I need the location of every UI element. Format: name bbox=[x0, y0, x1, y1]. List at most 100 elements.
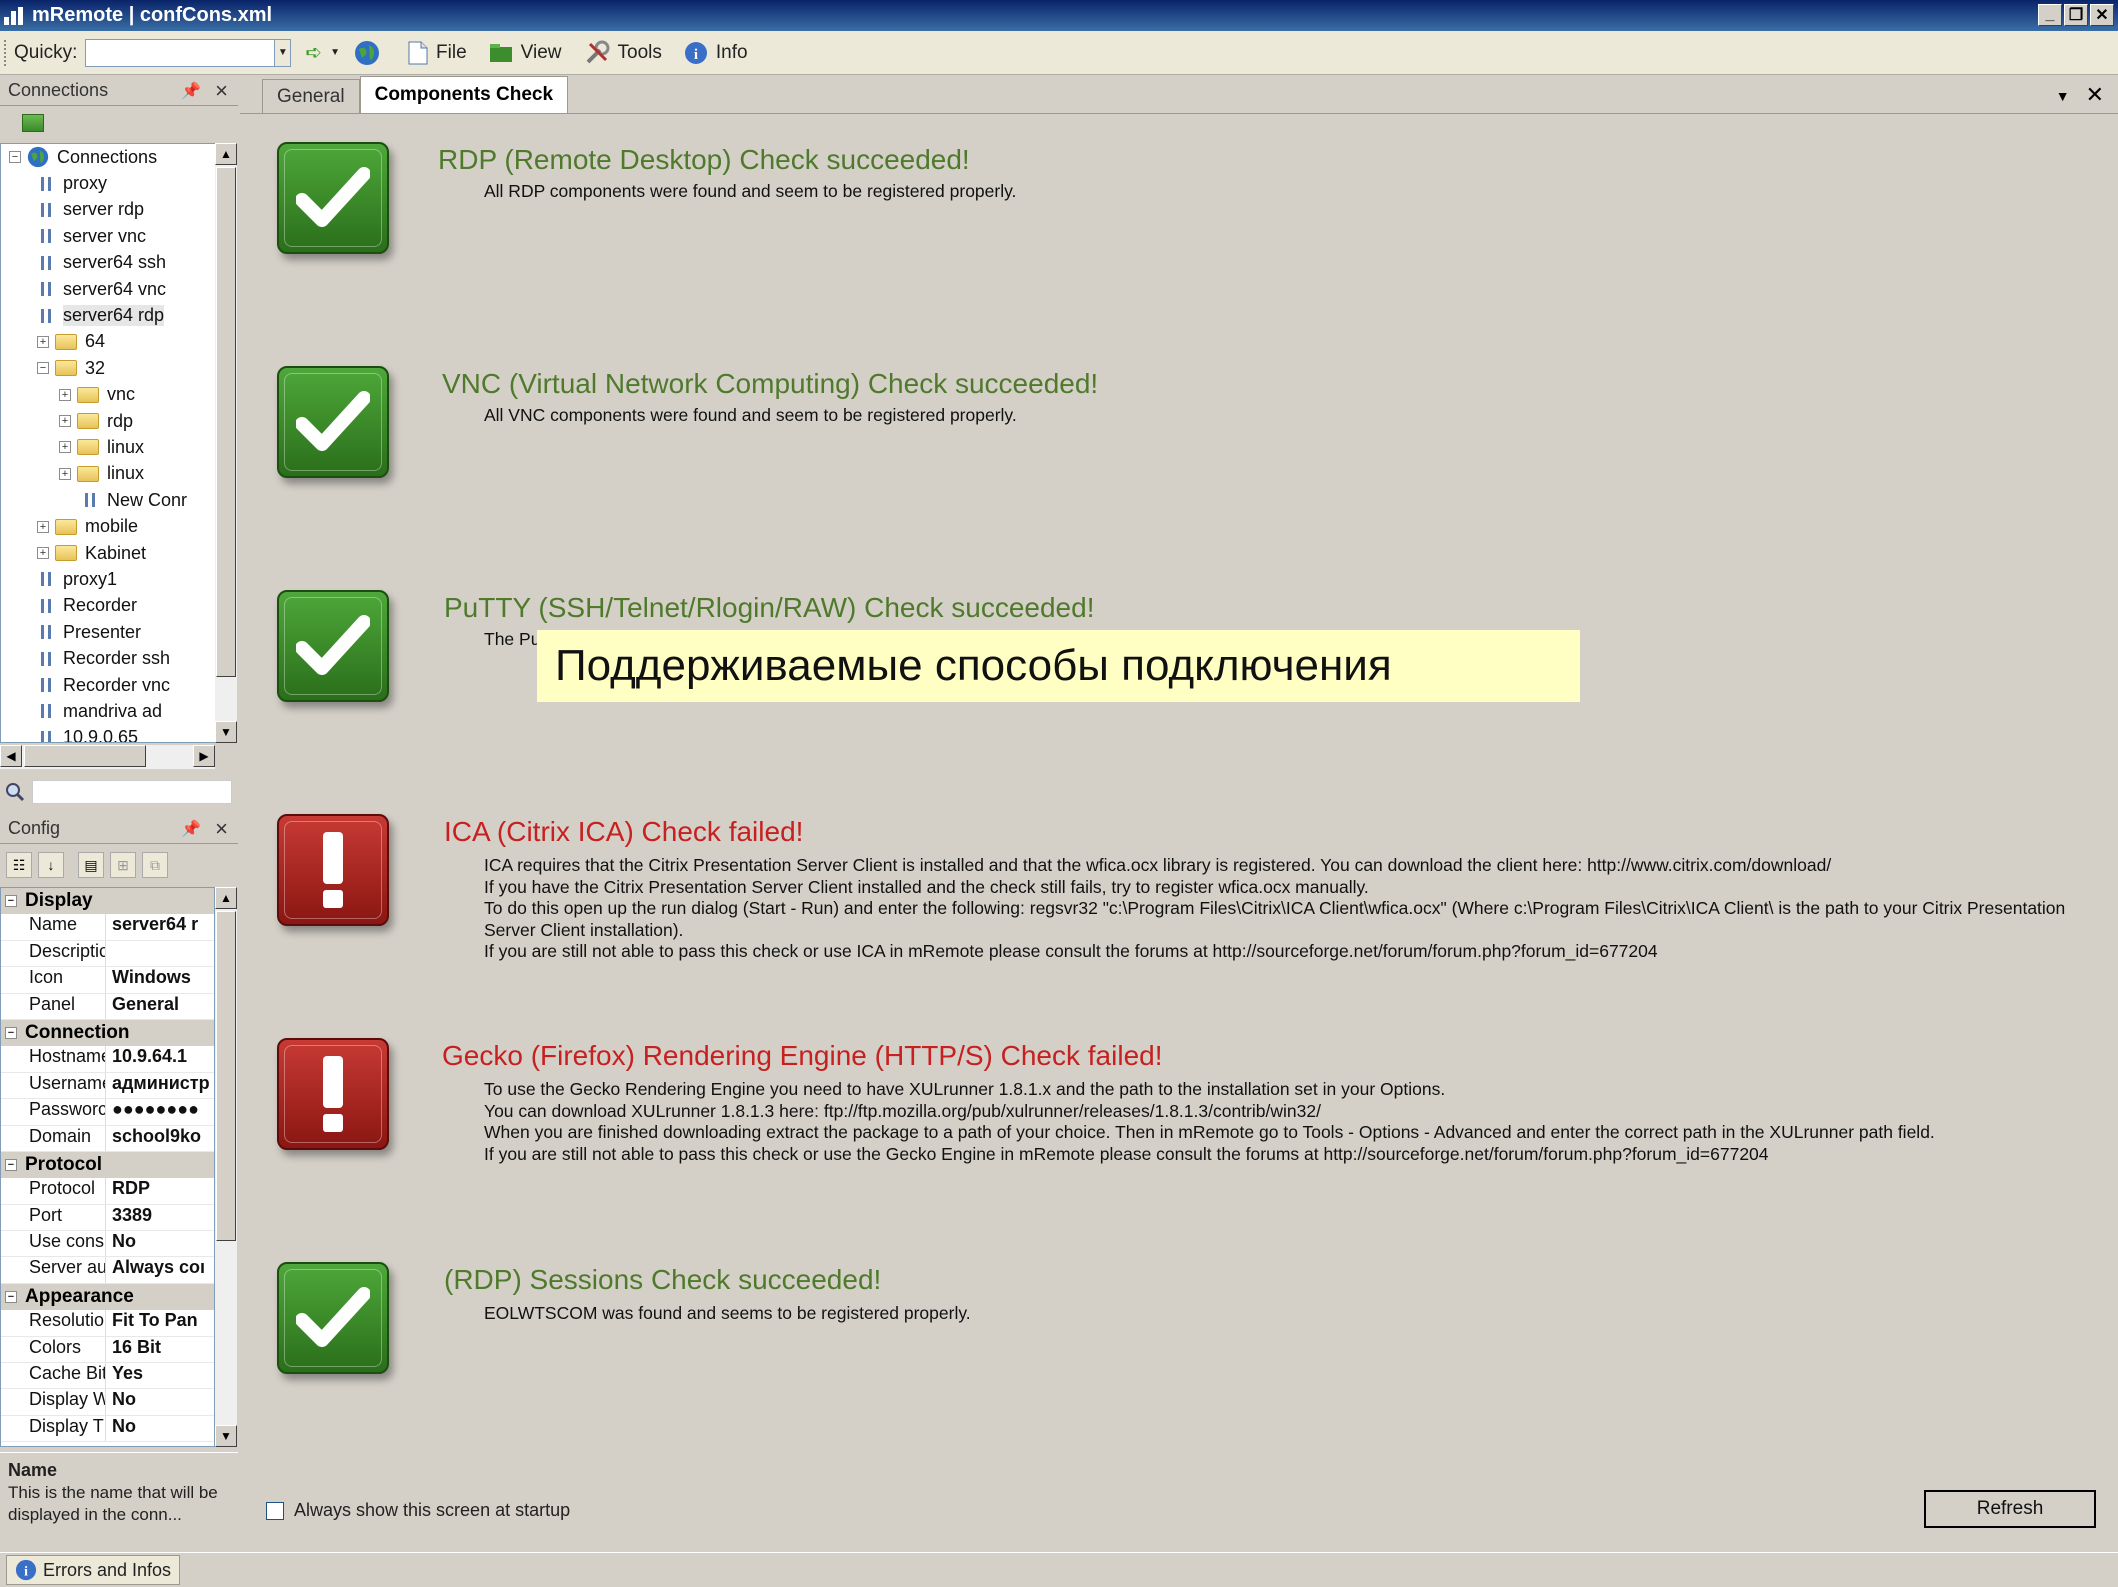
tree-item[interactable]: Recorder bbox=[1, 593, 217, 619]
property-row[interactable]: Resolutio Fit To Pan bbox=[1, 1310, 214, 1337]
expand-icon[interactable]: + bbox=[59, 388, 71, 401]
property-value[interactable]: General bbox=[106, 994, 179, 1019]
tree-item[interactable]: 10.9.0.65 bbox=[1, 725, 217, 742]
scroll-up-button[interactable]: ▲ bbox=[215, 887, 237, 909]
collapse-icon[interactable]: − bbox=[9, 151, 21, 164]
tree-item[interactable]: − 32 bbox=[1, 355, 217, 381]
tree-item[interactable]: server rdp bbox=[1, 197, 217, 223]
errors-and-infos-tab[interactable]: i Errors and Infos bbox=[6, 1555, 181, 1585]
tree-item[interactable]: − Connections bbox=[1, 144, 217, 170]
property-value[interactable]: Fit To Pan bbox=[106, 1310, 198, 1335]
property-category[interactable]: − Protocol bbox=[1, 1151, 214, 1179]
tree-horizontal-scrollbar[interactable]: ◀ ▶ bbox=[0, 745, 215, 769]
tree-item[interactable]: + vnc bbox=[1, 382, 217, 408]
info-menu[interactable]: i Info bbox=[684, 41, 748, 65]
config-vertical-scrollbar[interactable]: ▲ ▼ bbox=[215, 887, 237, 1447]
h-scroll-thumb[interactable] bbox=[24, 745, 146, 767]
expand-icon[interactable]: + bbox=[59, 441, 71, 454]
scroll-right-button[interactable]: ▶ bbox=[193, 745, 215, 767]
close-window-button[interactable]: ✕ bbox=[2090, 4, 2114, 26]
tab-general[interactable]: General bbox=[262, 79, 360, 113]
properties-icon[interactable]: ▤ bbox=[78, 852, 104, 878]
property-row[interactable]: Colors 16 Bit bbox=[1, 1336, 214, 1364]
collapse-icon[interactable]: − bbox=[5, 1159, 17, 1172]
tree-item[interactable]: + linux bbox=[1, 434, 217, 460]
always-show-startup-checkbox[interactable]: Always show this screen at startup bbox=[266, 1500, 570, 1521]
tree-item[interactable]: Presenter bbox=[1, 619, 217, 645]
tree-item[interactable]: + rdp bbox=[1, 408, 217, 434]
expand-icon[interactable]: + bbox=[37, 335, 49, 348]
pin-icon[interactable]: 📌 bbox=[181, 819, 201, 839]
expand-icon[interactable]: + bbox=[59, 415, 71, 428]
file-menu[interactable]: File bbox=[408, 41, 467, 65]
checkbox-box[interactable] bbox=[266, 1501, 284, 1520]
tree-item[interactable]: proxy1 bbox=[1, 566, 217, 592]
toolbar-grip[interactable] bbox=[4, 39, 8, 66]
scroll-thumb[interactable] bbox=[216, 911, 236, 1241]
scroll-down-button[interactable]: ▼ bbox=[215, 721, 237, 743]
tree-item[interactable]: Recorder vnc bbox=[1, 672, 217, 698]
property-row[interactable]: Display T No bbox=[1, 1415, 214, 1443]
property-row[interactable]: Name server64 r bbox=[1, 914, 214, 941]
quick-connect-button[interactable]: ➪ ▼ bbox=[305, 40, 340, 65]
property-row[interactable]: Panel General bbox=[1, 993, 214, 1020]
property-row[interactable]: Cache Bit Yes bbox=[1, 1363, 214, 1390]
tree-item[interactable]: New Conr bbox=[1, 487, 217, 513]
quicky-input[interactable] bbox=[85, 38, 276, 67]
property-category[interactable]: − Appearance bbox=[1, 1283, 214, 1311]
property-value[interactable]: ●●●●●●●● bbox=[106, 1099, 199, 1124]
close-icon[interactable]: × bbox=[215, 816, 228, 842]
minimize-button[interactable]: _ bbox=[2038, 4, 2062, 26]
refresh-button[interactable]: Refresh bbox=[1924, 1490, 2096, 1528]
close-icon[interactable]: × bbox=[215, 78, 228, 104]
property-value[interactable]: администр bbox=[106, 1073, 210, 1098]
search-input[interactable] bbox=[32, 780, 232, 804]
tree-item[interactable]: server64 vnc bbox=[1, 276, 217, 302]
property-row[interactable]: Icon Windows bbox=[1, 967, 214, 994]
tree-vertical-scrollbar[interactable]: ▲ ▼ bbox=[215, 143, 237, 743]
tree-item[interactable]: mandriva ad bbox=[1, 698, 217, 724]
tree-item[interactable]: + Kabinet bbox=[1, 540, 217, 566]
tree-item[interactable]: server64 rdp bbox=[1, 302, 217, 328]
default-icon[interactable]: ⧉ bbox=[142, 852, 168, 878]
property-row[interactable]: Port 3389 bbox=[1, 1204, 214, 1232]
view-menu[interactable]: View bbox=[489, 42, 562, 64]
categorized-icon[interactable]: ☷ bbox=[6, 852, 32, 878]
property-value[interactable]: No bbox=[106, 1416, 136, 1441]
tree-item[interactable]: +64 bbox=[1, 329, 217, 355]
property-row[interactable]: Username администр bbox=[1, 1072, 214, 1100]
tree-item[interactable]: Recorder ssh bbox=[1, 645, 217, 671]
property-value[interactable]: Yes bbox=[106, 1363, 143, 1388]
property-category[interactable]: − Display bbox=[1, 888, 214, 915]
quicky-dropdown-button[interactable]: ▼ bbox=[275, 38, 292, 67]
property-row[interactable]: Display W No bbox=[1, 1389, 214, 1416]
property-row[interactable]: Server au Always coı bbox=[1, 1257, 214, 1284]
globe-button[interactable] bbox=[354, 40, 380, 66]
property-row[interactable]: Use cons No bbox=[1, 1231, 214, 1258]
property-value[interactable]: RDP bbox=[106, 1178, 150, 1203]
scroll-down-button[interactable]: ▼ bbox=[215, 1425, 237, 1447]
new-connection-icon[interactable] bbox=[22, 114, 44, 132]
tree-item[interactable]: server64 ssh bbox=[1, 250, 217, 276]
property-value[interactable]: server64 r bbox=[106, 914, 198, 939]
alphabetical-icon[interactable]: ↓ bbox=[38, 852, 64, 878]
property-row[interactable]: Descriptic bbox=[1, 940, 214, 968]
property-row[interactable]: Domain school9ko bbox=[1, 1125, 214, 1152]
expand-icon[interactable]: + bbox=[37, 547, 49, 560]
collapse-icon[interactable]: − bbox=[37, 362, 49, 375]
tree-item[interactable]: + mobile bbox=[1, 513, 217, 539]
property-value[interactable] bbox=[106, 941, 112, 966]
property-row[interactable]: Protocol RDP bbox=[1, 1178, 214, 1205]
property-value[interactable]: No bbox=[106, 1389, 136, 1414]
property-value[interactable]: 16 Bit bbox=[106, 1337, 161, 1362]
collapse-icon[interactable]: − bbox=[5, 895, 17, 908]
property-category[interactable]: − Connection bbox=[1, 1019, 214, 1047]
property-value[interactable]: Windows bbox=[106, 967, 191, 992]
close-tab-icon[interactable]: ✕ bbox=[2086, 82, 2104, 108]
tree-item[interactable]: + linux bbox=[1, 461, 217, 487]
inheritance-icon[interactable]: ⊞ bbox=[110, 852, 136, 878]
restore-button[interactable]: ❐ bbox=[2064, 4, 2088, 26]
property-row[interactable]: Passworc ●●●●●●●● bbox=[1, 1099, 214, 1126]
expand-icon[interactable]: + bbox=[59, 467, 71, 480]
tree-item[interactable]: server vnc bbox=[1, 223, 217, 249]
